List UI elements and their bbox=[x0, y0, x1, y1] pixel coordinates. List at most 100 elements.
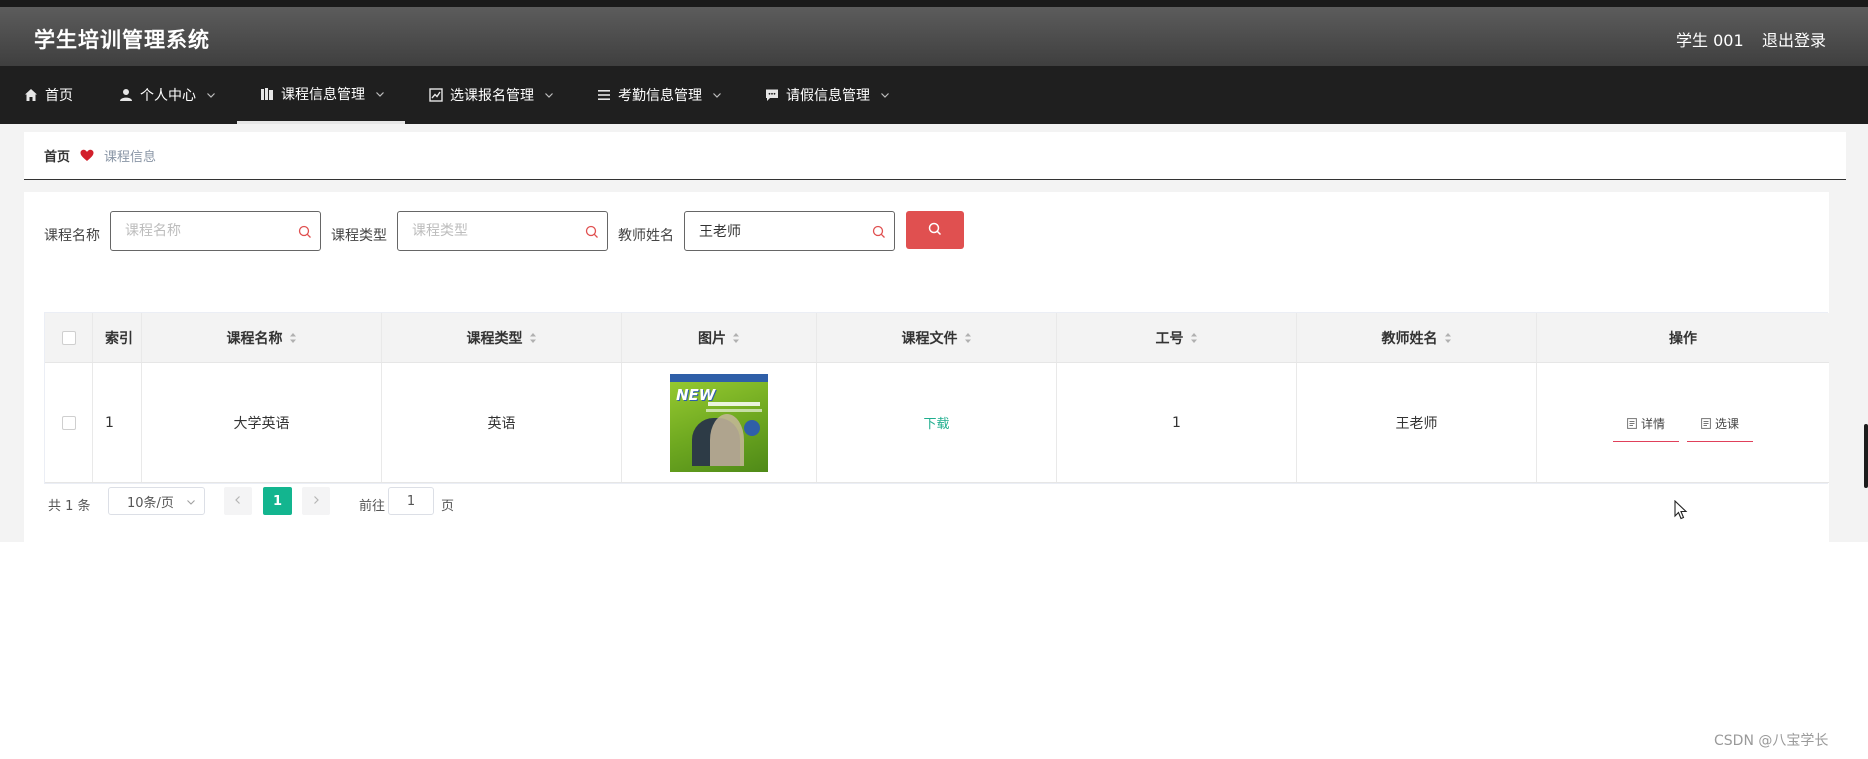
chevron-down-icon bbox=[206, 90, 216, 100]
sort-icon[interactable] bbox=[1190, 332, 1198, 344]
row-select-cell bbox=[45, 363, 93, 482]
nav-item-enrollment[interactable]: 选课报名管理 bbox=[429, 66, 554, 124]
sort-icon[interactable] bbox=[732, 332, 740, 344]
current-user[interactable]: 学生 001 bbox=[1676, 27, 1744, 51]
chevron-down-icon bbox=[186, 497, 196, 507]
message-icon bbox=[765, 88, 779, 102]
cell-course-type: 英语 bbox=[382, 363, 622, 482]
row-checkbox[interactable] bbox=[61, 415, 76, 430]
breadcrumb-current: 课程信息 bbox=[104, 150, 157, 165]
course-type-input[interactable] bbox=[398, 212, 578, 250]
column-header-course-name[interactable]: 课程名称 bbox=[142, 313, 382, 362]
column-header-course-file[interactable]: 课程文件 bbox=[817, 313, 1057, 362]
column-header-teacher[interactable]: 教师姓名 bbox=[1297, 313, 1537, 362]
page-size-value: 10条/页 bbox=[127, 495, 174, 511]
main-content: 首页 课程信息 课程名称 课程类型 教师姓名 bbox=[0, 124, 1868, 542]
course-panel: 课程名称 课程类型 教师姓名 bbox=[24, 192, 1829, 542]
logout-button[interactable]: 退出登录 bbox=[1762, 27, 1826, 51]
column-header-course-type[interactable]: 课程类型 bbox=[382, 313, 622, 362]
user-icon bbox=[119, 88, 133, 102]
column-header-image[interactable]: 图片 bbox=[622, 313, 817, 362]
teacher-name-search bbox=[684, 211, 895, 251]
chevron-right-icon bbox=[311, 494, 321, 509]
cell-course-name: 大学英语 bbox=[142, 363, 382, 482]
sort-icon[interactable] bbox=[529, 332, 537, 344]
document-icon bbox=[1701, 418, 1711, 429]
sort-icon[interactable] bbox=[289, 332, 297, 344]
teacher-name-input[interactable] bbox=[685, 212, 865, 250]
app-title: 学生培训管理系统 bbox=[34, 28, 210, 52]
breadcrumb-home[interactable]: 首页 bbox=[44, 146, 70, 165]
nav-item-label: 个人中心 bbox=[140, 88, 196, 104]
chevron-left-icon bbox=[233, 494, 243, 509]
heart-icon bbox=[80, 149, 94, 162]
column-header-job-no[interactable]: 工号 bbox=[1057, 313, 1297, 362]
document-icon bbox=[1627, 418, 1637, 429]
nav-item-home[interactable]: 首页 bbox=[24, 66, 73, 124]
scrollbar-thumb[interactable] bbox=[1864, 424, 1868, 488]
chevron-down-icon bbox=[880, 90, 890, 100]
breadcrumb: 首页 课程信息 bbox=[24, 132, 1846, 180]
nav-item-label: 请假信息管理 bbox=[786, 88, 870, 104]
header-select-all-cell bbox=[45, 313, 93, 362]
course-name-input[interactable] bbox=[111, 212, 291, 250]
search-icon bbox=[928, 221, 942, 240]
page-size-select[interactable]: 10条/页 bbox=[108, 487, 205, 515]
app-window: 学生培训管理系统 学生 001 退出登录 首页 个人中心 课程信息管理 选课报名… bbox=[0, 0, 1868, 759]
select-course-button-label: 选课 bbox=[1715, 417, 1740, 431]
cell-course-file: 下载 bbox=[817, 363, 1057, 482]
cell-job-no: 1 bbox=[1057, 363, 1297, 482]
detail-button-label: 详情 bbox=[1640, 417, 1665, 431]
nav-item-label: 课程信息管理 bbox=[281, 86, 365, 103]
course-name-search bbox=[110, 211, 321, 251]
nav-item-label: 首页 bbox=[45, 88, 73, 104]
list-icon bbox=[597, 88, 611, 102]
header-bar: 学生培训管理系统 学生 001 退出登录 bbox=[0, 7, 1868, 66]
download-link[interactable]: 下载 bbox=[923, 413, 949, 432]
next-page-button[interactable] bbox=[302, 487, 330, 515]
book-icon bbox=[260, 87, 274, 101]
prev-page-button[interactable] bbox=[224, 487, 252, 515]
sort-icon[interactable] bbox=[1444, 332, 1452, 344]
search-button[interactable] bbox=[906, 211, 964, 249]
course-cover-image[interactable]: NEW bbox=[670, 373, 768, 472]
watermark: CSDN @八宝学长 bbox=[1714, 733, 1829, 749]
chevron-down-icon bbox=[544, 90, 554, 100]
course-type-search bbox=[397, 211, 608, 251]
page-number-current[interactable]: 1 bbox=[263, 487, 292, 515]
mouse-cursor-icon bbox=[1674, 499, 1688, 520]
column-header-index: 索引 bbox=[93, 313, 142, 362]
course-type-label: 课程类型 bbox=[331, 228, 387, 244]
chevron-down-icon bbox=[712, 90, 722, 100]
top-edge bbox=[0, 0, 1868, 7]
cell-actions: 详情 选课 bbox=[1537, 363, 1829, 482]
detail-button[interactable]: 详情 bbox=[1612, 415, 1679, 442]
cell-teacher: 王老师 bbox=[1297, 363, 1537, 482]
nav-item-attendance[interactable]: 考勤信息管理 bbox=[597, 66, 722, 124]
cell-image: NEW bbox=[622, 363, 817, 482]
search-icon bbox=[298, 224, 312, 238]
nav-item-course-info[interactable]: 课程信息管理 bbox=[237, 66, 405, 124]
home-icon bbox=[24, 88, 38, 102]
goto-label: 前往 bbox=[359, 499, 386, 514]
column-header-actions: 操作 bbox=[1669, 330, 1697, 347]
select-all-checkbox[interactable] bbox=[61, 330, 76, 345]
select-course-button[interactable]: 选课 bbox=[1687, 415, 1754, 442]
nav-item-label: 选课报名管理 bbox=[450, 88, 534, 104]
pagination-total: 共 1 条 bbox=[48, 499, 91, 514]
nav-item-label: 考勤信息管理 bbox=[618, 88, 702, 104]
chevron-down-icon bbox=[375, 89, 385, 99]
nav-item-personal-center[interactable]: 个人中心 bbox=[119, 66, 216, 124]
pagination: 共 1 条 10条/页 1 前往 页 bbox=[48, 487, 488, 517]
page-unit-label: 页 bbox=[441, 499, 455, 514]
goto-page-input[interactable] bbox=[388, 487, 434, 515]
nav-item-leave[interactable]: 请假信息管理 bbox=[765, 66, 890, 124]
sort-icon[interactable] bbox=[964, 332, 972, 344]
table-row: 1 大学英语 英语 NEW 下载 1 王老师 详情 选课 bbox=[45, 363, 1829, 483]
course-name-label: 课程名称 bbox=[44, 228, 100, 244]
chart-icon bbox=[429, 88, 443, 102]
top-navigation: 首页 个人中心 课程信息管理 选课报名管理 考勤信息管理 请假信息管理 bbox=[0, 66, 1868, 124]
course-table: 索引 课程名称 课程类型 图片 课程文件 工号 教师姓名 操作 1 大学英语 英… bbox=[44, 312, 1829, 484]
search-icon bbox=[872, 224, 886, 238]
teacher-name-label: 教师姓名 bbox=[618, 228, 674, 244]
